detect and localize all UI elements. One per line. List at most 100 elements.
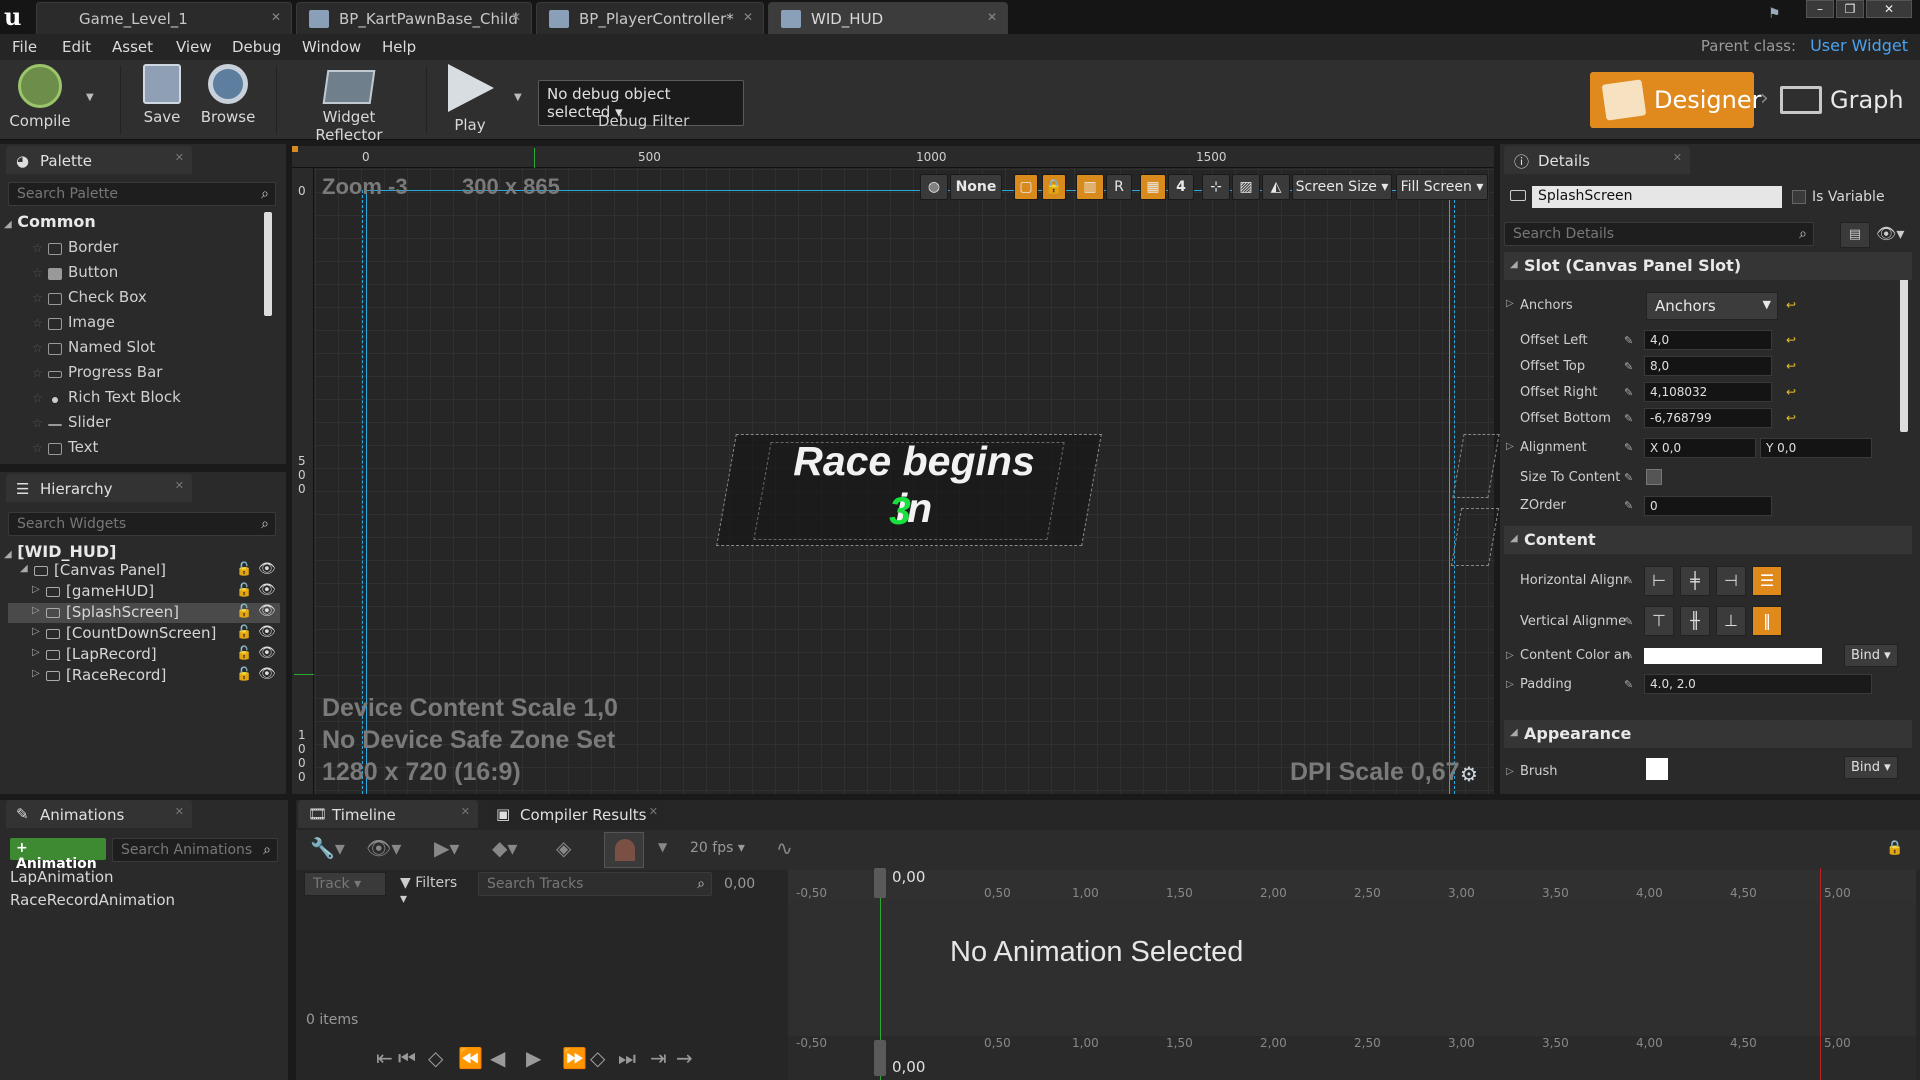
loop-icon[interactable]: → xyxy=(676,1046,693,1070)
palette-item-image[interactable]: ☆ Image xyxy=(28,313,115,337)
section-slot[interactable]: ◢ Slot (Canvas Panel Slot) xyxy=(1504,252,1912,280)
lock-icon[interactable]: 🔓 xyxy=(236,667,252,682)
eye-icon[interactable]: 👁▾ xyxy=(1876,224,1904,243)
widget-name-input[interactable]: SplashScreen xyxy=(1532,186,1782,208)
menu-debug[interactable]: Debug xyxy=(232,38,281,56)
compile-dropdown-icon[interactable]: ▼ xyxy=(86,92,94,103)
hierarchy-row-gamehud[interactable]: ▷ [gameHUD] 🔓 👁 xyxy=(8,582,280,602)
palette-scrollbar[interactable] xyxy=(264,212,272,316)
is-variable-checkbox[interactable] xyxy=(1792,190,1806,204)
bind-pin-icon[interactable]: ✎ xyxy=(1624,386,1633,399)
maximize-button[interactable]: ❐ xyxy=(1836,0,1864,18)
alignment-x-field[interactable]: X 0,0 xyxy=(1644,438,1756,458)
eye-icon[interactable]: 👁▾ xyxy=(366,836,401,860)
world-space-button[interactable]: ◍ xyxy=(920,174,948,200)
menu-asset[interactable]: Asset xyxy=(112,38,153,56)
palette-item-named-slot[interactable]: ☆ Named Slot xyxy=(28,338,155,362)
menu-edit[interactable]: Edit xyxy=(62,38,91,56)
screen-size-dropdown[interactable]: Screen Size ▾ xyxy=(1292,174,1392,200)
bind-pin-icon[interactable]: ✎ xyxy=(1624,574,1633,587)
end-marker-line[interactable] xyxy=(1820,868,1821,1080)
eye-icon[interactable]: 👁 xyxy=(258,666,276,682)
close-icon[interactable]: ✕ xyxy=(461,805,470,818)
play-dropdown-icon[interactable]: ▼ xyxy=(514,92,522,103)
menu-view[interactable]: View xyxy=(176,38,212,56)
reset-arrow-icon[interactable]: ↩ xyxy=(1786,411,1796,425)
filters-dropdown[interactable]: ▼ Filters ▾ xyxy=(394,872,472,907)
zorder-field[interactable]: 0 xyxy=(1644,496,1772,516)
align-center-h-button[interactable]: ╪ xyxy=(1680,566,1710,596)
palette-item-border[interactable]: ☆ Border xyxy=(28,238,118,262)
align-left-button[interactable]: ⊢ xyxy=(1644,566,1674,596)
align-fill-h-button[interactable]: ☰ xyxy=(1752,566,1782,596)
align-center-v-button[interactable]: ╫ xyxy=(1680,606,1710,636)
browse-button[interactable]: Browse xyxy=(196,62,260,126)
search-tracks-input[interactable]: Search Tracks ⌕ xyxy=(478,872,712,896)
localization-preview-dropdown[interactable]: None xyxy=(950,174,1002,200)
expand-triangle-icon[interactable]: ▷ xyxy=(1506,650,1514,661)
tab-game-level[interactable]: Game_Level_1 ✕ xyxy=(36,2,292,34)
expand-triangle-icon[interactable]: ▷ xyxy=(32,668,40,679)
expand-triangle-icon[interactable]: ▷ xyxy=(1506,298,1514,309)
add-track-button[interactable]: Track ▾ xyxy=(304,872,386,896)
expand-triangle-icon[interactable]: ▷ xyxy=(32,605,40,616)
hierarchy-root[interactable]: ◢ [WID_HUD] xyxy=(4,542,116,561)
reset-arrow-icon[interactable]: ↩ xyxy=(1786,385,1796,399)
previous-key-icon[interactable]: ⏮ xyxy=(398,1046,416,1070)
palette-item-rich-text-block[interactable]: ☆ Rich Text Block xyxy=(28,388,181,412)
parent-class-link[interactable]: User Widget xyxy=(1810,36,1908,55)
play-options-icon[interactable]: ▶▾ xyxy=(434,836,459,860)
hierarchy-tab[interactable]: ☰ Hierarchy ✕ xyxy=(6,474,192,502)
star-icon[interactable]: ☆ xyxy=(32,241,43,255)
palette-item-progress-bar[interactable]: ☆ Progress Bar xyxy=(28,363,162,387)
dpi-settings-gear-icon[interactable]: ⚙ xyxy=(1460,762,1478,786)
key-icon[interactable]: ◆▾ xyxy=(492,836,517,860)
jump-to-end-icon[interactable]: ⇥ xyxy=(650,1046,667,1070)
align-right-button[interactable]: ⊣ xyxy=(1716,566,1746,596)
palette-item-text[interactable]: ☆ Text xyxy=(28,438,98,462)
lock-icon[interactable]: 🔓 xyxy=(236,625,252,640)
previous-frame-key-icon[interactable]: ◇ xyxy=(428,1046,443,1070)
expand-triangle-icon[interactable]: ▷ xyxy=(1506,441,1514,452)
auto-key-dropdown-icon[interactable]: ▼ xyxy=(658,840,667,854)
details-search-input[interactable]: Search Details ⌕ xyxy=(1504,222,1814,246)
section-content[interactable]: ◢ Content xyxy=(1504,526,1912,554)
playhead-handle[interactable] xyxy=(874,868,886,898)
tab-wid-hud[interactable]: WID_HUD ✕ xyxy=(768,2,1008,34)
step-back-icon[interactable]: ⏪ xyxy=(458,1046,483,1070)
close-icon[interactable]: ✕ xyxy=(1673,151,1682,164)
padding-field[interactable]: 4.0, 2.0 xyxy=(1644,674,1872,694)
menu-file[interactable]: File xyxy=(12,38,37,56)
bind-pin-icon[interactable]: ✎ xyxy=(1624,471,1633,484)
offset-bottom-field[interactable]: -6,768799 xyxy=(1644,408,1772,428)
eye-hidden-icon[interactable]: 👁 xyxy=(258,582,276,598)
lock-toggle-button[interactable]: 🔒 xyxy=(1042,174,1066,200)
minimize-button[interactable]: – xyxy=(1806,0,1834,18)
size-to-content-checkbox[interactable] xyxy=(1646,469,1662,485)
palette-tab[interactable]: ◕ Palette ✕ xyxy=(6,146,192,174)
current-time-field[interactable]: 0,00 xyxy=(724,876,755,892)
reset-arrow-icon[interactable]: ↩ xyxy=(1786,359,1796,373)
grid-snap-button[interactable]: ▦ xyxy=(1140,174,1166,200)
expand-triangle-icon[interactable]: ▷ xyxy=(32,626,40,637)
feedback-icon[interactable]: ⚑ xyxy=(1768,6,1788,22)
bind-pin-icon[interactable]: ✎ xyxy=(1624,649,1633,662)
palette-item-button[interactable]: ☆ Button xyxy=(28,263,118,287)
playhead-handle[interactable] xyxy=(874,1040,886,1076)
star-icon[interactable]: ☆ xyxy=(32,291,43,305)
next-key-icon[interactable]: ⏭ xyxy=(618,1046,636,1070)
offset-top-field[interactable]: 8,0 xyxy=(1644,356,1772,376)
star-icon[interactable]: ☆ xyxy=(32,391,43,405)
hierarchy-row-countdownscreen[interactable]: ▷ [CountDownScreen] 🔓 👁 xyxy=(8,624,280,644)
hierarchy-row-laprecord[interactable]: ▷ [LapRecord] 🔓 👁 xyxy=(8,645,280,665)
designer-mode-button[interactable]: Designer xyxy=(1590,72,1762,128)
align-bottom-button[interactable]: ⊥ xyxy=(1716,606,1746,636)
close-window-button[interactable]: ✕ xyxy=(1866,0,1912,18)
align-fill-v-button[interactable]: ‖ xyxy=(1752,606,1782,636)
fps-dropdown[interactable]: 20 fps ▾ xyxy=(690,840,745,856)
star-icon[interactable]: ☆ xyxy=(32,416,43,430)
details-tab[interactable]: ⓘ Details ✕ xyxy=(1504,146,1690,174)
offset-right-field[interactable]: 4,108032 xyxy=(1644,382,1772,402)
bind-pin-icon[interactable]: ✎ xyxy=(1624,499,1633,512)
close-icon[interactable]: ✕ xyxy=(175,151,184,164)
